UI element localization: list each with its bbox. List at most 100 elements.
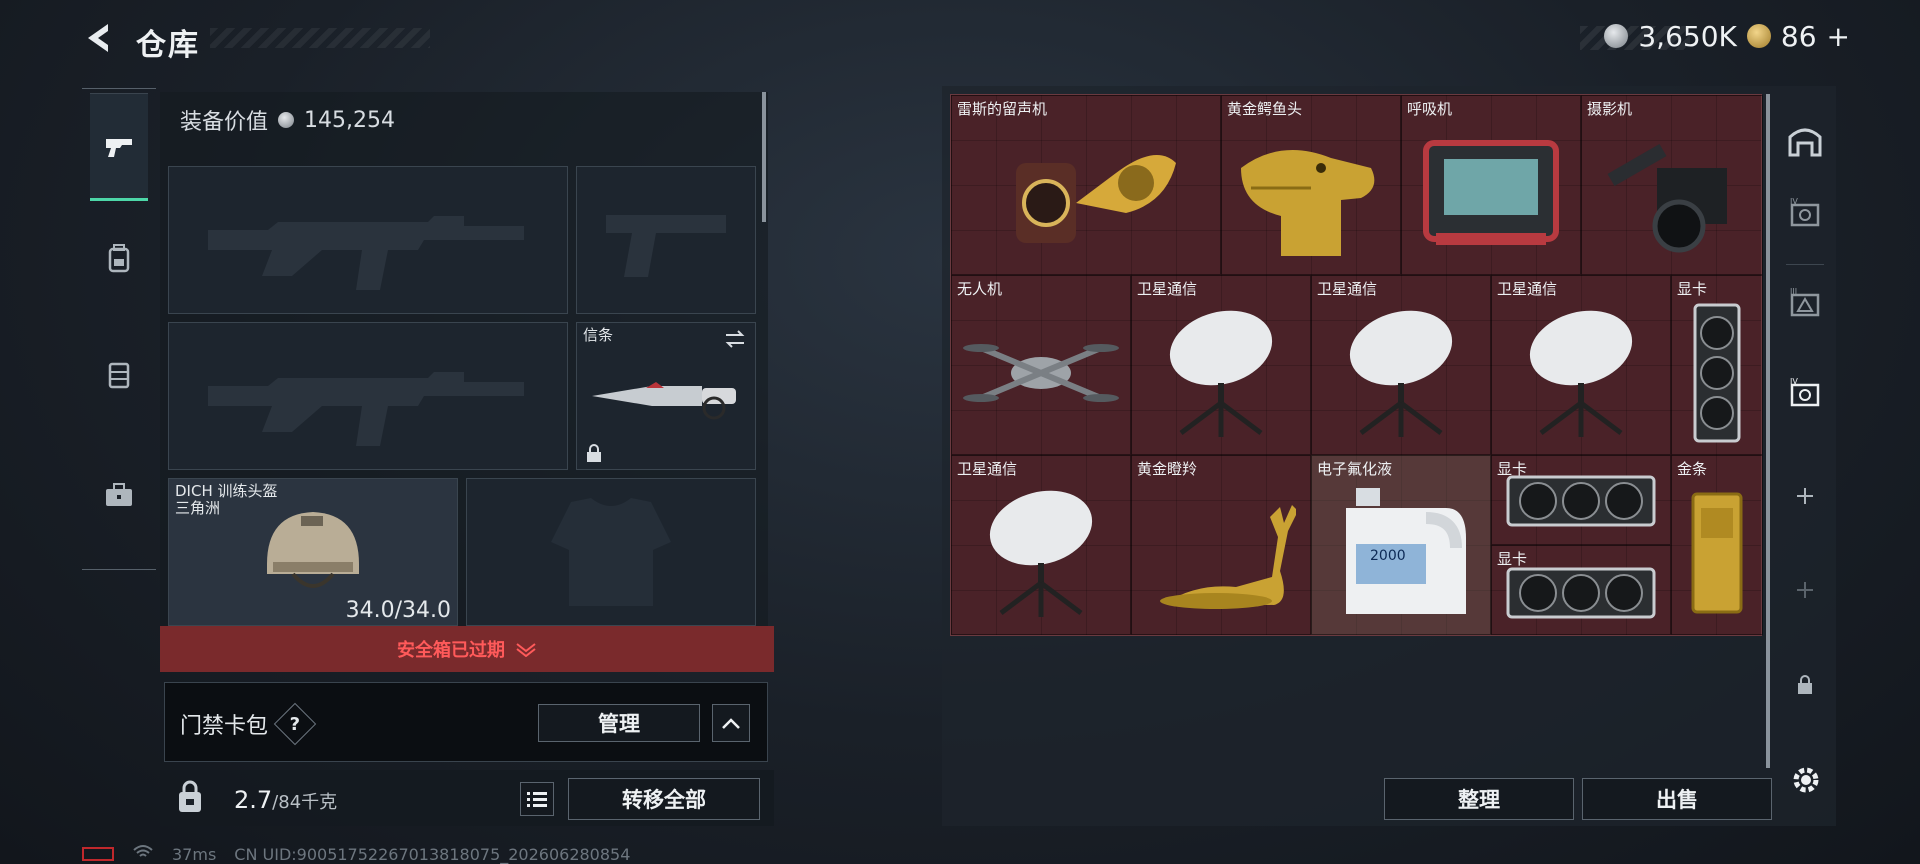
rifle-silhouette-icon	[169, 167, 567, 313]
armor-slot[interactable]	[466, 478, 756, 626]
page-title: 仓库	[136, 28, 200, 63]
tab-weapons[interactable]	[90, 93, 148, 201]
primary-weapon-slot[interactable]	[168, 166, 568, 314]
transfer-all-button[interactable]: 转移全部	[568, 778, 760, 820]
storage-item[interactable]: 卫星通信	[1131, 275, 1311, 455]
storage-level-4-icon: IV	[1790, 377, 1820, 407]
currency-bar: 3,650K 86 +	[1604, 18, 1850, 54]
satellite-dish-icon	[958, 478, 1124, 628]
graphics-card-icon	[1678, 298, 1756, 448]
jug-label: 2000	[1370, 548, 1406, 564]
satellite-dish-icon	[1318, 298, 1484, 448]
tab-vest[interactable]	[90, 321, 148, 429]
chest-rig-icon	[108, 362, 130, 389]
secondary-weapon-slot[interactable]	[168, 322, 568, 470]
wifi-icon	[132, 844, 154, 864]
sell-button[interactable]: 出售	[1582, 778, 1772, 820]
satellite-dish-icon	[1498, 298, 1664, 448]
medal-add-button[interactable]: +	[1827, 20, 1850, 53]
item-name: 卫星通信	[1497, 280, 1558, 298]
toolbox-icon	[106, 483, 132, 506]
storage-item[interactable]: 金条	[1671, 455, 1763, 635]
hafu-coin-icon	[1604, 24, 1629, 48]
list-icon	[527, 792, 547, 807]
melee-slot[interactable]: 信条	[576, 322, 756, 470]
equipment-value: 装备价值 145,254	[180, 104, 395, 136]
warehouse-icon	[1788, 128, 1822, 157]
help-icon: ?	[289, 713, 301, 735]
ping-value: 37ms	[172, 844, 217, 864]
lock-icon	[587, 444, 601, 462]
storage-item[interactable]: 无人机	[951, 275, 1131, 455]
storage-page-4b-button[interactable]: IV	[1776, 362, 1834, 426]
storage-item[interactable]: 显卡	[1671, 275, 1763, 455]
item-name: 金条	[1677, 460, 1708, 478]
battery-icon	[82, 847, 114, 861]
storage-item[interactable]: 卫星通信	[1491, 275, 1671, 455]
settings-gear-icon[interactable]	[1788, 762, 1824, 798]
back-button[interactable]	[82, 20, 118, 56]
equipment-value-amount: 145,254	[304, 107, 395, 133]
storage-page-3-button[interactable]: III	[1776, 272, 1834, 336]
safe-box-expired-banner[interactable]: 安全箱已过期	[160, 626, 774, 672]
loadout-scrollbar[interactable]	[762, 92, 766, 222]
locked-storage-page-button[interactable]	[1776, 652, 1834, 716]
storage-item[interactable]: 显卡	[1491, 455, 1671, 545]
storage-item[interactable]: 卫星通信	[951, 455, 1131, 635]
plus-icon	[1797, 582, 1813, 598]
item-name: 卫星通信	[957, 460, 1018, 478]
pistol-icon	[106, 139, 132, 157]
carry-weight-max: /84千克	[272, 792, 338, 813]
tab-backpack[interactable]	[90, 205, 148, 313]
storage-item[interactable]: 摄影机	[1581, 95, 1763, 275]
svg-text:IV: IV	[1790, 197, 1798, 206]
item-name: 呼吸机	[1407, 100, 1453, 118]
manage-button[interactable]: 管理	[538, 704, 700, 742]
safe-box-expired-text: 安全箱已过期	[397, 640, 505, 661]
collapse-button[interactable]	[712, 704, 750, 742]
storage-item[interactable]: 雷斯的留声机	[951, 95, 1221, 275]
chevron-up-icon	[722, 718, 740, 729]
weight-bag-icon	[179, 780, 201, 812]
tab-toolbox[interactable]	[90, 441, 148, 549]
storage-scrollbar[interactable]	[1766, 94, 1770, 768]
chevron-down-icon	[516, 643, 536, 657]
armor-silhouette-icon	[467, 479, 755, 625]
item-name: 卫星通信	[1137, 280, 1198, 298]
svg-text:III: III	[1790, 287, 1797, 296]
add-storage-page-button[interactable]	[1776, 464, 1834, 528]
item-name: 显卡	[1677, 280, 1708, 298]
rail-divider	[1786, 264, 1824, 265]
rifle-silhouette-icon	[169, 323, 567, 469]
svg-text:IV: IV	[1790, 377, 1798, 386]
helmet-durability: 34.0/34.0	[345, 598, 451, 623]
storage-home-button[interactable]	[1776, 108, 1834, 172]
golden-crocodile-head-icon	[1228, 118, 1394, 268]
carry-weight: 2.7/84千克	[234, 786, 337, 814]
storage-item[interactable]: 黄金瞪羚	[1131, 455, 1311, 635]
list-view-button[interactable]	[520, 782, 554, 816]
storage-item[interactable]: 黄金鳄鱼头	[1221, 95, 1401, 275]
storage-level-4-icon: IV	[1790, 197, 1820, 227]
status-line: 37ms CN UID:9005175226701381​8075_202606…	[82, 844, 630, 864]
item-name: 摄影机	[1587, 100, 1633, 118]
title-decoration	[210, 28, 430, 48]
knife-icon	[577, 323, 755, 469]
storage-item[interactable]: 卫星通信	[1311, 275, 1491, 455]
gold-bar-icon	[1678, 478, 1756, 628]
satellite-dish-icon	[1138, 298, 1304, 448]
add-storage-page-button-disabled[interactable]	[1776, 558, 1834, 622]
item-name: 电子氟化液	[1317, 460, 1393, 478]
sidearm-slot[interactable]	[576, 166, 756, 314]
storage-item[interactable]: 呼吸机	[1401, 95, 1581, 275]
sort-button[interactable]: 整理	[1384, 778, 1574, 820]
ventilator-icon	[1408, 118, 1574, 268]
storage-page-4-button[interactable]: IV	[1776, 182, 1834, 246]
item-name: 无人机	[957, 280, 1003, 298]
storage-item[interactable]: 显卡	[1491, 545, 1671, 635]
graphics-card-icon	[1498, 558, 1664, 628]
storage-page-rail: IV III IV	[1776, 92, 1834, 732]
help-button[interactable]: ?	[273, 702, 317, 746]
helmet-slot[interactable]: DICH 训练头盔 三角洲 34.0/34.0	[168, 478, 458, 626]
storage-item[interactable]: 电子氟化液 2000	[1311, 455, 1491, 635]
